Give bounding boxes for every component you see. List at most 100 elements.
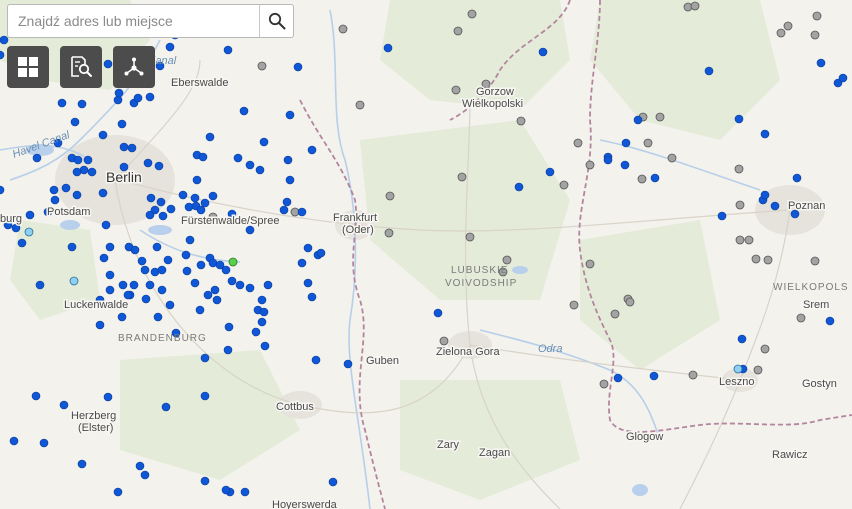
- blue-point[interactable]: [223, 45, 233, 55]
- blue-point[interactable]: [203, 290, 213, 300]
- blue-point[interactable]: [99, 253, 109, 263]
- blue-point[interactable]: [190, 193, 200, 203]
- gray-point[interactable]: [744, 235, 754, 245]
- blue-point[interactable]: [182, 266, 192, 276]
- blue-point[interactable]: [200, 353, 210, 363]
- blue-point[interactable]: [117, 119, 127, 129]
- blue-point[interactable]: [105, 270, 115, 280]
- basemap-gallery-button[interactable]: [7, 46, 49, 88]
- gray-point[interactable]: [569, 300, 579, 310]
- light-blue-point[interactable]: [69, 276, 79, 286]
- blue-point[interactable]: [224, 322, 234, 332]
- blue-point[interactable]: [130, 245, 140, 255]
- blue-point[interactable]: [181, 250, 191, 260]
- blue-point[interactable]: [157, 265, 167, 275]
- blue-point[interactable]: [221, 485, 231, 495]
- blue-point[interactable]: [31, 391, 41, 401]
- gray-point[interactable]: [610, 309, 620, 319]
- blue-point[interactable]: [77, 459, 87, 469]
- blue-point[interactable]: [792, 173, 802, 183]
- gray-point[interactable]: [355, 100, 365, 110]
- gray-point[interactable]: [625, 297, 635, 307]
- blue-point[interactable]: [133, 93, 143, 103]
- gray-point[interactable]: [599, 379, 609, 389]
- blue-point[interactable]: [205, 132, 215, 142]
- blue-point[interactable]: [838, 73, 848, 83]
- gray-point[interactable]: [585, 160, 595, 170]
- blue-point[interactable]: [114, 88, 124, 98]
- blue-point[interactable]: [153, 312, 163, 322]
- blue-point[interactable]: [245, 160, 255, 170]
- blue-point[interactable]: [621, 138, 631, 148]
- blue-point[interactable]: [35, 280, 45, 290]
- blue-point[interactable]: [25, 210, 35, 220]
- blue-point[interactable]: [123, 290, 133, 300]
- gray-point[interactable]: [796, 313, 806, 323]
- blue-point[interactable]: [178, 190, 188, 200]
- blue-point[interactable]: [161, 402, 171, 412]
- blue-point[interactable]: [156, 197, 166, 207]
- blue-point[interactable]: [98, 130, 108, 140]
- blue-point[interactable]: [143, 158, 153, 168]
- blue-point[interactable]: [307, 145, 317, 155]
- gray-point[interactable]: [763, 255, 773, 265]
- blue-point[interactable]: [39, 438, 49, 448]
- gray-point[interactable]: [585, 259, 595, 269]
- blue-point[interactable]: [257, 317, 267, 327]
- blue-point[interactable]: [154, 161, 164, 171]
- blue-point[interactable]: [87, 167, 97, 177]
- blue-point[interactable]: [57, 98, 67, 108]
- blue-point[interactable]: [83, 155, 93, 165]
- blue-point[interactable]: [141, 294, 151, 304]
- gray-point[interactable]: [465, 232, 475, 242]
- blue-point[interactable]: [239, 106, 249, 116]
- blue-point[interactable]: [825, 316, 835, 326]
- blue-point[interactable]: [195, 305, 205, 315]
- blue-point[interactable]: [17, 238, 27, 248]
- blue-point[interactable]: [77, 99, 87, 109]
- gray-point[interactable]: [451, 85, 461, 95]
- blue-point[interactable]: [235, 280, 245, 290]
- blue-point[interactable]: [157, 285, 167, 295]
- blue-point[interactable]: [127, 143, 137, 153]
- blue-point[interactable]: [316, 248, 326, 258]
- blue-point[interactable]: [303, 278, 313, 288]
- blue-point[interactable]: [185, 235, 195, 245]
- blue-point[interactable]: [49, 185, 59, 195]
- blue-point[interactable]: [650, 173, 660, 183]
- blue-point[interactable]: [251, 327, 261, 337]
- gray-point[interactable]: [384, 228, 394, 238]
- blue-point[interactable]: [760, 129, 770, 139]
- blue-point[interactable]: [103, 392, 113, 402]
- blue-point[interactable]: [233, 153, 243, 163]
- gray-point[interactable]: [776, 28, 786, 38]
- blue-point[interactable]: [603, 155, 613, 165]
- gray-point[interactable]: [812, 11, 822, 21]
- blue-point[interactable]: [145, 280, 155, 290]
- blue-point[interactable]: [165, 42, 175, 52]
- gray-point[interactable]: [760, 344, 770, 354]
- blue-point[interactable]: [140, 265, 150, 275]
- gray-point[interactable]: [573, 138, 583, 148]
- blue-point[interactable]: [200, 476, 210, 486]
- blue-point[interactable]: [152, 242, 162, 252]
- blue-point[interactable]: [101, 220, 111, 230]
- blue-point[interactable]: [165, 300, 175, 310]
- blue-point[interactable]: [633, 115, 643, 125]
- gray-point[interactable]: [457, 172, 467, 182]
- blue-point[interactable]: [105, 242, 115, 252]
- search-button[interactable]: [259, 5, 293, 37]
- blue-point[interactable]: [260, 341, 270, 351]
- blue-point[interactable]: [67, 242, 77, 252]
- gray-point[interactable]: [338, 24, 348, 34]
- gray-point[interactable]: [516, 116, 526, 126]
- gray-point[interactable]: [385, 191, 395, 201]
- blue-point[interactable]: [105, 285, 115, 295]
- blue-point[interactable]: [184, 202, 194, 212]
- blue-point[interactable]: [307, 292, 317, 302]
- blue-point[interactable]: [140, 470, 150, 480]
- gray-point[interactable]: [467, 9, 477, 19]
- blue-point[interactable]: [113, 95, 123, 105]
- blue-point[interactable]: [198, 152, 208, 162]
- blue-point[interactable]: [137, 256, 147, 266]
